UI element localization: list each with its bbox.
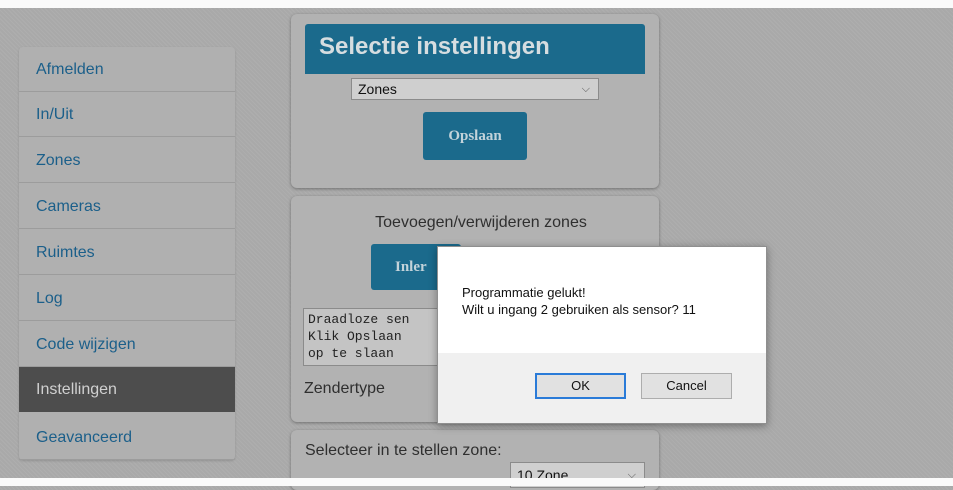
- sidebar-item-label: Ruimtes: [36, 244, 95, 261]
- sidebar-item-label: Log: [36, 290, 63, 307]
- sidebar-item-zones[interactable]: Zones: [19, 138, 235, 183]
- zendertype-label: Zendertype: [304, 380, 385, 397]
- sidebar-item-instellingen[interactable]: Instellingen: [19, 367, 235, 412]
- sidebar-item-afmelden[interactable]: Afmelden: [19, 47, 235, 92]
- sidebar-item-cameras[interactable]: Cameras: [19, 184, 235, 229]
- settings-select[interactable]: Zones ⌵: [351, 78, 599, 100]
- sidebar-item-label: Code wijzigen: [36, 336, 136, 353]
- sidebar-item-geavanceerd[interactable]: Geavanceerd: [19, 415, 235, 460]
- sidebar-item-log[interactable]: Log: [19, 276, 235, 321]
- info-textarea[interactable]: Draadloze sen Klik Opslaan op te slaan: [303, 308, 443, 366]
- textarea-line: Klik Opslaan: [308, 329, 402, 344]
- top-strip: [0, 0, 953, 8]
- dialog-message-line1: Programmatie gelukt!: [462, 285, 586, 300]
- sidebar-item-label: Instellingen: [36, 381, 117, 398]
- panel-subtitle: Toevoegen/verwijderen zones: [375, 214, 587, 231]
- sidebar-item-in-uit[interactable]: In/Uit: [19, 92, 235, 137]
- sidebar-item-label: Afmelden: [36, 61, 104, 78]
- sidebar: Afmelden In/Uit Zones Cameras Ruimtes Lo…: [19, 47, 235, 460]
- confirm-dialog: Programmatie gelukt! Wilt u ingang 2 geb…: [437, 246, 767, 424]
- panel-header: Selectie instellingen: [305, 24, 645, 74]
- panel-title: Selectie instellingen: [319, 33, 550, 60]
- bottom-strip: [0, 478, 953, 486]
- textarea-line: op te slaan: [308, 346, 394, 361]
- dialog-body: Programmatie gelukt! Wilt u ingang 2 geb…: [438, 247, 766, 353]
- cancel-button[interactable]: Cancel: [641, 373, 732, 399]
- ok-button[interactable]: OK: [535, 373, 626, 399]
- sidebar-item-label: Zones: [36, 152, 81, 169]
- sidebar-item-label: Geavanceerd: [36, 429, 133, 446]
- sidebar-item-label: Cameras: [36, 198, 101, 215]
- zone-select-label: Selecteer in te stellen zone:: [305, 442, 502, 459]
- selection-settings-panel: Selectie instellingen Zones ⌵ Opslaan: [291, 14, 659, 188]
- dialog-message-line2: Wilt u ingang 2 gebruiken als sensor? 11: [462, 302, 696, 317]
- textarea-line: Draadloze sen: [308, 312, 410, 327]
- select-value: Zones: [358, 81, 397, 97]
- sidebar-item-code-wijzigen[interactable]: Code wijzigen: [19, 322, 235, 367]
- chevron-down-icon: ⌵: [581, 83, 590, 95]
- sidebar-item-label: In/Uit: [36, 106, 74, 123]
- save-button[interactable]: Opslaan: [423, 112, 527, 160]
- sidebar-item-ruimtes[interactable]: Ruimtes: [19, 230, 235, 275]
